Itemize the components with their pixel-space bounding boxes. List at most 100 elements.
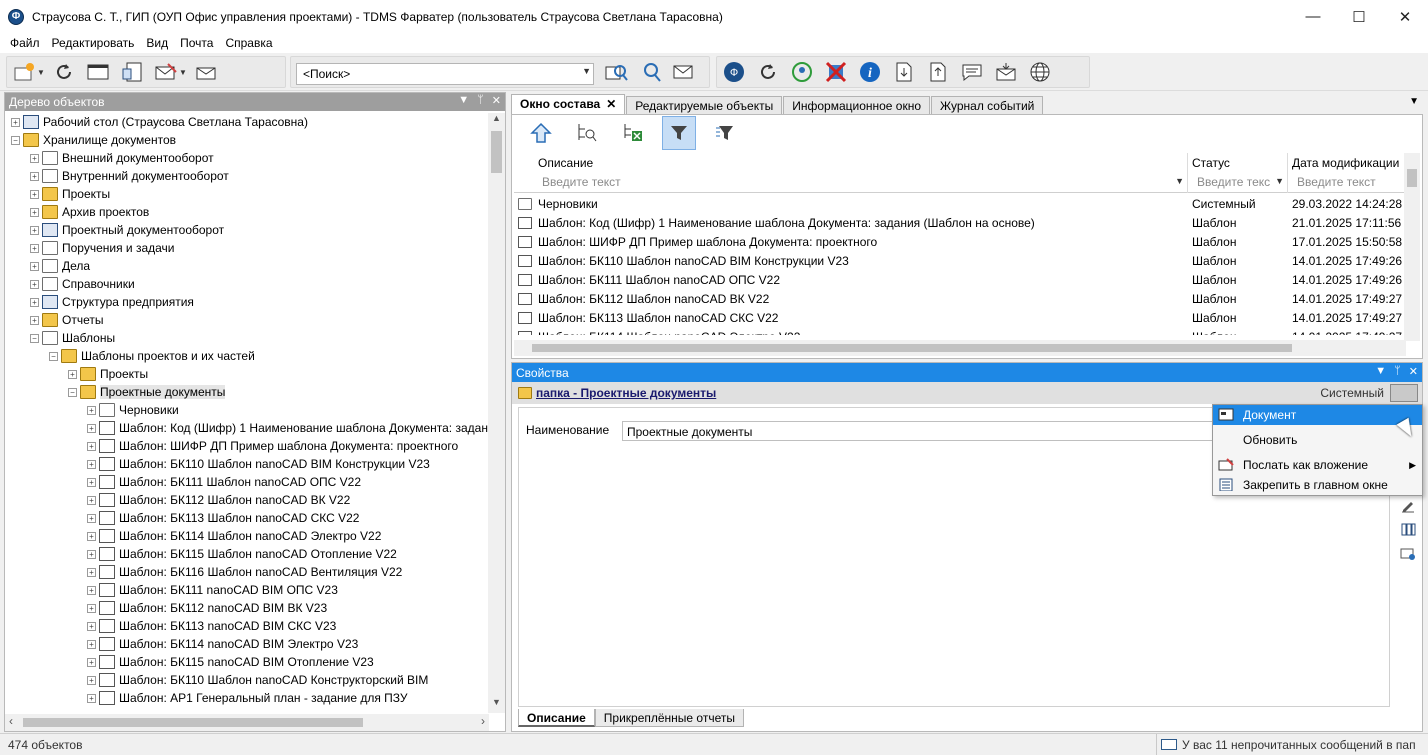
expand-icon[interactable]: + — [87, 513, 96, 523]
column-filter-input[interactable]: Введите текст — [542, 175, 621, 189]
expand-icon[interactable]: + — [87, 603, 96, 613]
filter-button[interactable] — [662, 116, 696, 150]
scroll-down-icon[interactable]: ▼ — [488, 697, 505, 713]
table-row[interactable]: Шаблон: БК112 Шаблон nanoCAD ВК V22 Шабло… — [514, 290, 1406, 309]
scroll-left-icon[interactable]: ‹ — [9, 714, 13, 728]
tree-vertical-scrollbar[interactable]: ▲ ▼ — [488, 113, 505, 713]
tree-item[interactable]: + Проектный документооборот — [5, 221, 489, 239]
menu-item-send-attachment[interactable]: Послать как вложение ▶ — [1213, 455, 1422, 475]
column-filter-input[interactable]: Введите текст — [1297, 175, 1376, 189]
table-row[interactable]: Шаблон: БК111 Шаблон nanoCAD ОПС V22 Шабл… — [514, 271, 1406, 290]
expand-icon[interactable]: + — [87, 531, 96, 541]
expand-icon[interactable]: + — [11, 117, 20, 127]
collapse-icon[interactable]: − — [68, 387, 77, 397]
menu-item-pin-main[interactable]: Закрепить в главном окне — [1213, 475, 1422, 495]
tab-event-log[interactable]: Журнал событий — [931, 96, 1044, 114]
pane-menu-icon[interactable]: ▼ — [1375, 365, 1386, 378]
chevron-down-icon[interactable]: ▼ — [1275, 176, 1284, 186]
tree-item[interactable]: + Шаблон: ШИФР ДП Пример шаблона Документ… — [5, 437, 489, 455]
tree-item[interactable]: + Отчеты — [5, 311, 489, 329]
search-folder-button[interactable] — [603, 58, 631, 86]
column-description[interactable]: Описание Введите текст ▼ — [514, 153, 1188, 193]
inbox-button[interactable] — [992, 58, 1020, 86]
menu-item-document[interactable]: Документ — [1213, 405, 1422, 425]
expand-icon[interactable]: + — [87, 405, 96, 415]
send-envelope-button[interactable] — [192, 58, 220, 86]
edit-icon[interactable] — [1400, 497, 1416, 513]
expand-icon[interactable]: + — [87, 495, 96, 505]
export-excel-button[interactable] — [616, 116, 650, 150]
info-button[interactable]: i — [856, 58, 884, 86]
table-row[interactable]: Шаблон: Код (Шифр) 1 Наименование шаблон… — [514, 214, 1406, 233]
tree-item[interactable]: + Шаблон: БК115 Шаблон nanoCAD Отопление … — [5, 545, 489, 563]
pin-icon[interactable]: ᛘ — [1394, 365, 1401, 378]
books-icon[interactable] — [1400, 521, 1416, 537]
tree-item[interactable]: − Хранилище документов — [5, 131, 489, 149]
filter-settings-button[interactable] — [708, 116, 742, 150]
tabs-menu-icon[interactable]: ▼ — [1409, 96, 1419, 107]
tree-item[interactable]: + Шаблон: БК112 Шаблон nanoCAD ВК V22 — [5, 491, 489, 509]
scroll-up-icon[interactable]: ▲ — [488, 113, 505, 129]
document-down-button[interactable] — [890, 58, 918, 86]
tab-attached-reports[interactable]: Прикреплённые отчеты — [594, 709, 744, 727]
expand-icon[interactable]: + — [87, 441, 96, 451]
expand-icon[interactable]: + — [30, 279, 39, 289]
disconnect-button[interactable] — [822, 58, 850, 86]
expand-icon[interactable]: + — [30, 189, 39, 199]
table-row[interactable]: Шаблон: БК110 Шаблон nanoCAD BIM Констру… — [514, 252, 1406, 271]
chevron-down-icon[interactable]: ▼ — [582, 66, 591, 76]
grid-horizontal-scrollbar[interactable] — [514, 340, 1406, 356]
tree-item[interactable]: + Шаблон: Код (Шифр) 1 Наименование шабло… — [5, 419, 489, 437]
tree-item[interactable]: − Проектные документы — [5, 383, 489, 401]
maximize-button[interactable]: ☐ — [1336, 0, 1382, 33]
tab-composition[interactable]: Окно состава ✕ — [511, 94, 626, 114]
tab-editable-objects[interactable]: Редактируемые объекты — [626, 96, 783, 114]
scroll-thumb[interactable] — [1407, 169, 1417, 187]
tab-info-window[interactable]: Информационное окно — [783, 96, 931, 114]
menu-help[interactable]: Справка — [219, 36, 278, 50]
search-input[interactable]: <Поиск> ▼ — [296, 63, 594, 85]
expand-icon[interactable]: + — [87, 639, 96, 649]
column-modified[interactable]: Дата модификации Введите текст — [1288, 153, 1406, 193]
tree-item[interactable]: + Внутренний документооборот — [5, 167, 489, 185]
expand-icon[interactable]: + — [30, 153, 39, 163]
pin-icon[interactable]: ᛘ — [477, 94, 484, 107]
collapse-icon[interactable]: − — [49, 351, 58, 361]
menu-view[interactable]: Вид — [140, 36, 174, 50]
chevron-down-icon[interactable]: ▼ — [1175, 176, 1184, 186]
search-mail-button[interactable] — [671, 58, 699, 86]
window-button[interactable] — [84, 58, 112, 86]
expand-icon[interactable]: + — [30, 225, 39, 235]
menu-mail[interactable]: Почта — [174, 36, 219, 50]
scroll-thumb[interactable] — [532, 344, 1292, 352]
expand-icon[interactable]: + — [87, 459, 96, 469]
document-up-button[interactable] — [924, 58, 952, 86]
tree-item[interactable]: + Шаблон: АР1 Генеральный план - задание … — [5, 689, 489, 707]
close-icon[interactable]: ✕ — [492, 94, 501, 107]
expand-icon[interactable]: + — [87, 693, 96, 703]
collapse-icon[interactable]: − — [11, 135, 20, 145]
refresh-button[interactable] — [50, 58, 78, 86]
folder-settings-icon[interactable] — [1400, 545, 1416, 561]
expand-icon[interactable]: + — [30, 243, 39, 253]
message-button[interactable] — [958, 58, 986, 86]
close-tab-icon[interactable]: ✕ — [606, 97, 616, 111]
scroll-thumb[interactable] — [23, 718, 363, 727]
menu-file[interactable]: Файл — [4, 36, 46, 50]
close-button[interactable]: ✕ — [1382, 0, 1428, 33]
sync-users-button[interactable] — [788, 58, 816, 86]
menu-item-refresh[interactable]: Обновить — [1213, 430, 1422, 450]
tree-item[interactable]: + Проекты — [5, 185, 489, 203]
tab-description[interactable]: Описание — [518, 709, 595, 727]
expand-icon[interactable]: + — [87, 549, 96, 559]
tree-item[interactable]: + Проекты — [5, 365, 489, 383]
chevron-down-icon[interactable]: ▼ — [179, 68, 189, 77]
go-up-button[interactable] — [524, 116, 558, 150]
expand-icon[interactable]: + — [87, 585, 96, 595]
tree-item[interactable]: − Шаблоны — [5, 329, 489, 347]
tree-item[interactable]: − Шаблоны проектов и их частей — [5, 347, 489, 365]
tree-item[interactable]: + Поручения и задачи — [5, 239, 489, 257]
tree-item[interactable]: + Шаблон: БК116 Шаблон nanoCAD Вентиляция… — [5, 563, 489, 581]
tree-item[interactable]: + Архив проектов — [5, 203, 489, 221]
pane-menu-icon[interactable]: ▼ — [458, 94, 469, 107]
